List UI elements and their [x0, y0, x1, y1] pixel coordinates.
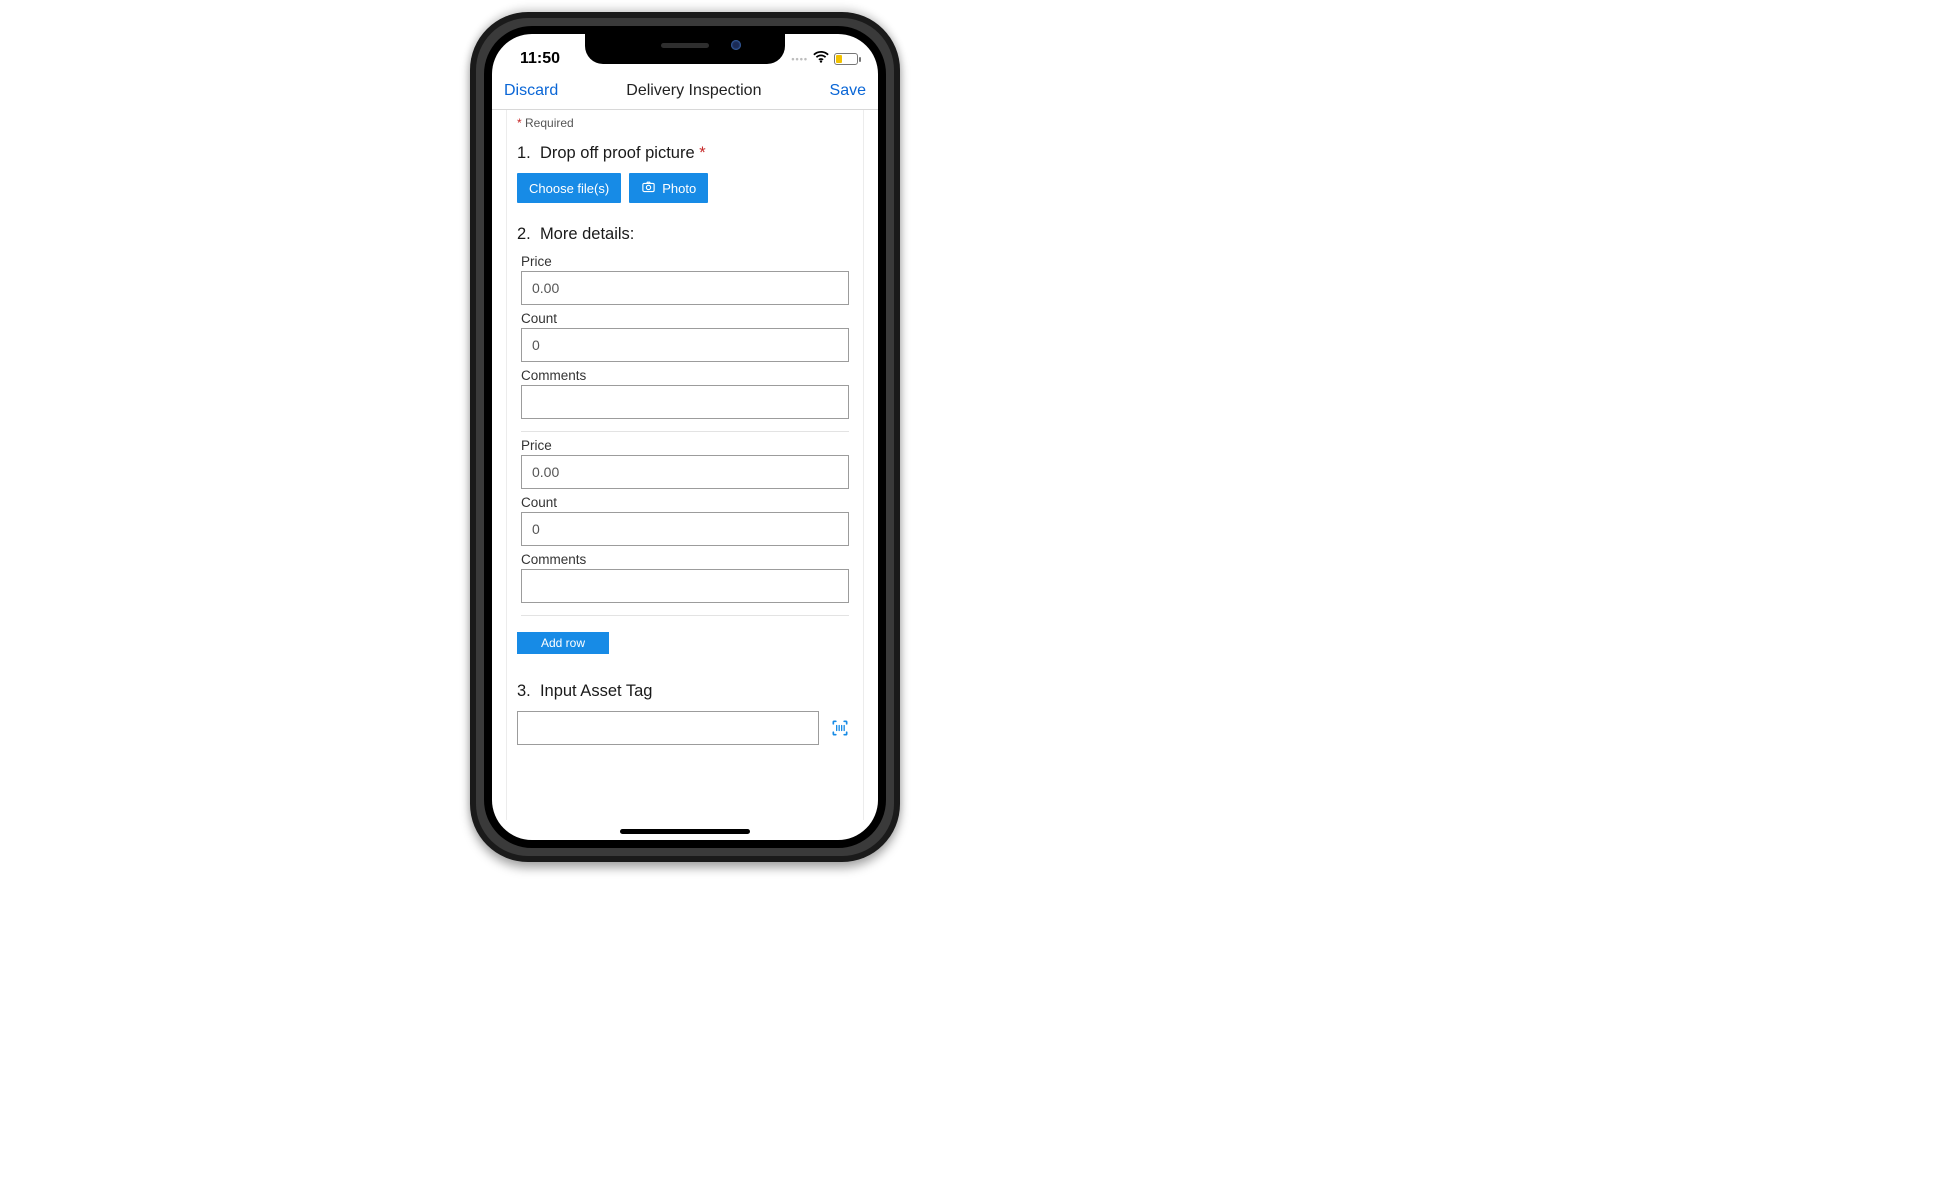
choose-files-button[interactable]: Choose file(s): [517, 173, 621, 203]
home-indicator: [620, 829, 750, 834]
photo-label: Photo: [662, 181, 696, 196]
q2-text: More details:: [540, 225, 634, 243]
q2-row2-comments: Comments: [521, 552, 849, 603]
price-label: Price: [521, 254, 849, 269]
battery-fill: [836, 55, 842, 63]
price-input[interactable]: [521, 455, 849, 489]
row-separator: [521, 431, 849, 432]
q1-button-row: Choose file(s) Photo: [517, 173, 853, 203]
photo-button[interactable]: Photo: [629, 173, 708, 203]
required-label: Required: [525, 116, 574, 130]
phone-screen: 11:50 •••• Discard Delivery Inspection S…: [492, 34, 878, 840]
q3-text: Input Asset Tag: [540, 682, 653, 700]
price-label: Price: [521, 438, 849, 453]
question-3-title: 3. Input Asset Tag: [517, 682, 853, 701]
q1-text: Drop off proof picture: [540, 144, 695, 162]
status-time: 11:50: [520, 50, 560, 68]
q3-number: 3.: [517, 682, 531, 700]
add-row-button[interactable]: Add row: [517, 632, 609, 654]
comments-input[interactable]: [521, 569, 849, 603]
price-input[interactable]: [521, 271, 849, 305]
phone-mock: 11:50 •••• Discard Delivery Inspection S…: [470, 12, 900, 862]
page-title: Delivery Inspection: [626, 82, 761, 100]
question-2-title: 2. More details:: [517, 225, 853, 244]
wifi-icon: [813, 50, 829, 68]
count-label: Count: [521, 495, 849, 510]
save-button[interactable]: Save: [830, 82, 866, 100]
count-label: Count: [521, 311, 849, 326]
comments-label: Comments: [521, 368, 849, 383]
required-note: * Required: [517, 116, 853, 130]
form-inner: * Required 1. Drop off proof picture * C…: [506, 110, 864, 820]
notch-camera: [731, 40, 741, 50]
count-input[interactable]: [521, 512, 849, 546]
choose-files-label: Choose file(s): [529, 181, 609, 196]
cellular-dots-icon: ••••: [791, 54, 808, 64]
comments-input[interactable]: [521, 385, 849, 419]
q2-row1-comments: Comments: [521, 368, 849, 419]
asset-tag-row: [517, 711, 853, 745]
phone-notch: [585, 34, 785, 64]
form-scroll[interactable]: * Required 1. Drop off proof picture * C…: [492, 110, 878, 840]
q2-number: 2.: [517, 225, 531, 243]
barcode-scan-button[interactable]: [827, 715, 853, 741]
row-separator: [521, 615, 849, 616]
count-input[interactable]: [521, 328, 849, 362]
q2-row2-price: Price: [521, 438, 849, 489]
notch-speaker: [661, 43, 709, 48]
q2-row1-count: Count: [521, 311, 849, 362]
question-1-title: 1. Drop off proof picture *: [517, 144, 853, 163]
comments-label: Comments: [521, 552, 849, 567]
q2-row2-count: Count: [521, 495, 849, 546]
q1-required-mark: *: [699, 144, 705, 162]
nav-header: Discard Delivery Inspection Save: [492, 72, 878, 110]
q1-number: 1.: [517, 144, 531, 162]
discard-button[interactable]: Discard: [504, 82, 558, 100]
required-asterisk: *: [517, 116, 522, 130]
camera-icon: [641, 179, 656, 197]
status-right: ••••: [791, 50, 858, 68]
battery-icon: [834, 53, 858, 65]
q2-row1-price: Price: [521, 254, 849, 305]
asset-tag-input[interactable]: [517, 711, 819, 745]
